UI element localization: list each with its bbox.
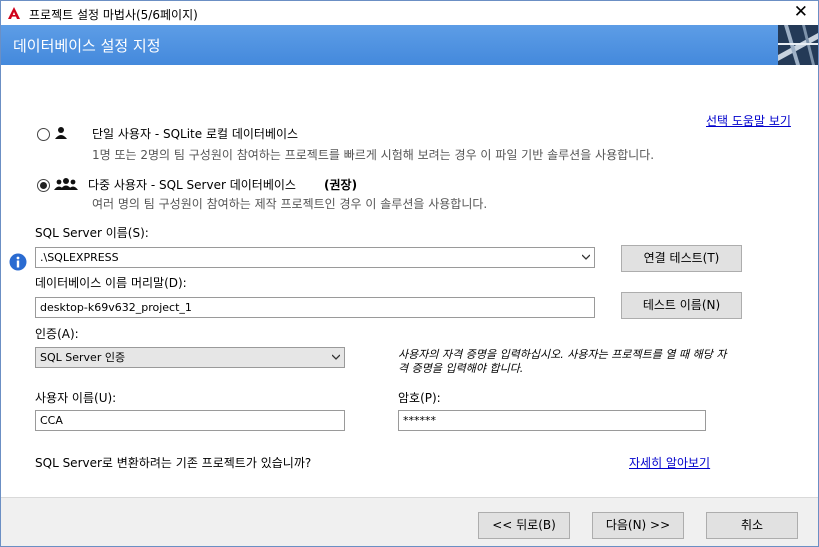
learn-more-link[interactable]: 자세히 알아보기 xyxy=(629,454,710,471)
help-link[interactable]: 선택 도움말 보기 xyxy=(706,112,791,129)
sql-server-combobox[interactable]: .\SQLEXPRESS xyxy=(35,247,595,268)
multi-user-label: 다중 사용자 - SQL Server 데이터베이스 xyxy=(88,178,296,192)
auth-value: SQL Server 인증 xyxy=(40,351,126,364)
recommended-badge: (권장) xyxy=(324,178,358,192)
info-icon xyxy=(9,253,27,271)
single-user-label: 단일 사용자 - SQLite 로컬 데이터베이스 xyxy=(92,127,299,141)
sql-server-label: SQL Server 이름(S): xyxy=(35,226,149,240)
window-title: 프로젝트 설정 마법사(5/6페이지) xyxy=(29,8,198,22)
header-banner: 데이터베이스 설정 지정 xyxy=(1,25,818,65)
db-prefix-label: 데이터베이스 이름 머리말(D): xyxy=(35,276,187,290)
sql-server-value: .\SQLEXPRESS xyxy=(40,251,119,264)
footer-bar: << 뒤로(B) 다음(N) >> 취소 xyxy=(1,498,818,546)
autocad-app-icon xyxy=(8,7,20,19)
auth-label: 인증(A): xyxy=(35,327,79,341)
username-input[interactable]: CCA xyxy=(35,410,345,431)
close-icon[interactable]: ✕ xyxy=(794,2,808,22)
cancel-button[interactable]: 취소 xyxy=(706,512,798,539)
single-user-icon xyxy=(55,127,67,139)
multi-user-radio[interactable] xyxy=(37,179,50,192)
password-label: 암호(P): xyxy=(398,391,441,405)
auth-note: 사용자의 자격 증명을 입력하십시오. 사용자는 프로젝트를 열 때 해당 자격… xyxy=(398,348,727,375)
db-prefix-input[interactable]: desktop-k69v632_project_1 xyxy=(35,297,595,318)
wizard-window: 프로젝트 설정 마법사(5/6페이지) ✕ 데이터베이스 설정 지정 선택 도움… xyxy=(0,0,819,547)
banner-image xyxy=(778,25,818,65)
test-name-button[interactable]: 테스트 이름(N) xyxy=(621,292,742,319)
username-label: 사용자 이름(U): xyxy=(35,391,117,405)
back-button[interactable]: << 뒤로(B) xyxy=(478,512,570,539)
chevron-down-icon xyxy=(332,354,340,360)
auth-select[interactable]: SQL Server 인증 xyxy=(35,347,345,368)
next-button[interactable]: 다음(N) >> xyxy=(592,512,684,539)
multi-user-description: 여러 명의 팀 구성원이 참여하는 제작 프로젝트인 경우 이 솔루션을 사용합… xyxy=(92,197,488,211)
single-user-radio[interactable] xyxy=(37,128,50,141)
convert-question: SQL Server로 변환하려는 기존 프로젝트가 있습니까? xyxy=(35,456,312,470)
password-input[interactable]: ****** xyxy=(398,410,706,431)
connection-test-button[interactable]: 연결 테스트(T) xyxy=(621,245,742,272)
chevron-down-icon xyxy=(582,254,590,260)
title-bar: 프로젝트 설정 마법사(5/6페이지) ✕ xyxy=(1,1,818,25)
multi-user-icon xyxy=(54,178,78,190)
page-title: 데이터베이스 설정 지정 xyxy=(13,37,161,55)
single-user-description: 1명 또는 2명의 팀 구성원이 참여하는 프로젝트를 빠르게 시험해 보려는 … xyxy=(92,148,655,162)
